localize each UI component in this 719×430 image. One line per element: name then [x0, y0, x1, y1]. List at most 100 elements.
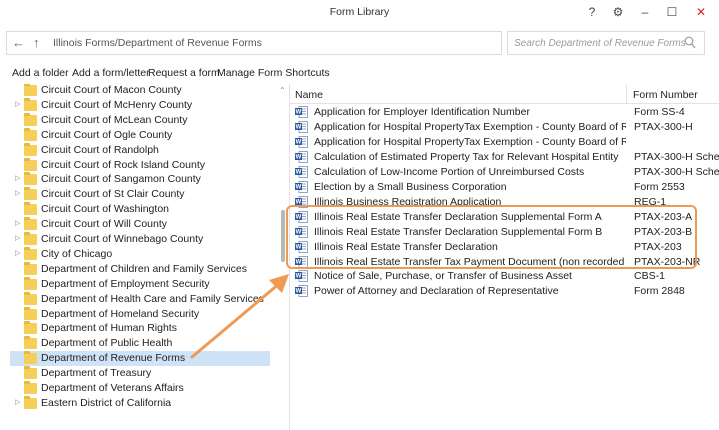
expand-chevron-icon[interactable]: ▷	[15, 249, 20, 257]
request-form-button[interactable]: Request a form	[148, 67, 220, 79]
svg-text:W: W	[296, 110, 302, 116]
folder-icon	[24, 291, 37, 305]
tree-item[interactable]: Department of Veterans Affairs	[0, 381, 288, 396]
tree-item-label: Department of Children and Family Servic…	[41, 262, 248, 275]
tree-item[interactable]: Department of Health Care and Family Ser…	[0, 291, 288, 307]
tree-item[interactable]: Department of Employment Security	[0, 276, 288, 292]
tree-item-label: Circuit Court of Macon County	[41, 84, 182, 96]
tree-item[interactable]: ▷ Circuit Court of Winnebago County	[0, 232, 288, 247]
add-folder-button[interactable]: Add a folder	[12, 67, 69, 79]
column-header-name[interactable]: Name	[295, 89, 323, 101]
folder-icon	[24, 202, 37, 216]
tree-item[interactable]: ▷ City of Chicago	[0, 246, 288, 262]
form-name: Power of Attorney and Declaration of Rep…	[314, 285, 559, 298]
folder-icon	[24, 84, 37, 96]
scrollbar-thumb[interactable]	[281, 210, 285, 262]
form-number: PTAX-300-H Sche	[634, 150, 719, 163]
tree-item[interactable]: ▷ Circuit Court of McHenry County	[0, 97, 288, 113]
close-button[interactable]: ✕	[691, 4, 711, 20]
folder-icon	[24, 321, 37, 335]
folder-icon	[24, 366, 37, 380]
title-bar: Form Library ? ⚙ – ☐ ✕	[0, 0, 719, 26]
tree-item[interactable]: ▷ Circuit Court of Sangamon County	[0, 172, 288, 187]
form-number: Form 2553	[634, 180, 685, 193]
tree-item-label: Department of Revenue Forms	[41, 352, 186, 365]
tree-item[interactable]: Circuit Court of Randolph	[0, 142, 288, 158]
tree-item-label: Circuit Court of McHenry County	[41, 98, 193, 111]
help-icon[interactable]: ?	[582, 4, 602, 20]
tree-item[interactable]: ▷ Eastern District of California	[0, 395, 288, 411]
tree-item[interactable]: Circuit Court of Ogle County	[0, 127, 288, 143]
form-row[interactable]: W Power of Attorney and Declaration of Re…	[290, 284, 719, 299]
folder-icon	[24, 232, 37, 245]
form-row[interactable]: W Election by a Small Business Corporatio…	[290, 180, 719, 195]
folder-icon	[24, 97, 37, 111]
list-header: Name Form Number	[290, 84, 719, 104]
tree-item-label: Department of Health Care and Family Ser…	[41, 292, 264, 305]
form-name: Election by a Small Business Corporation	[314, 180, 507, 193]
tree-item-label: Circuit Court of McLean County	[41, 113, 188, 126]
folder-icon	[24, 157, 37, 171]
form-row[interactable]: W Calculation of Low-Income Portion of Un…	[290, 165, 719, 180]
scroll-up-arrow-icon[interactable]: ⌃	[279, 86, 286, 95]
expand-chevron-icon[interactable]: ▷	[15, 100, 20, 108]
folder-icon	[24, 276, 37, 290]
word-document-icon: W	[295, 135, 308, 148]
form-number: PTAX-300-H	[634, 120, 693, 133]
expand-chevron-icon[interactable]: ▷	[15, 219, 20, 227]
add-form-letter-button[interactable]: Add a form/letter	[72, 67, 150, 79]
word-document-icon: W	[295, 180, 308, 193]
folder-icon	[24, 142, 37, 156]
tree-item[interactable]: Circuit Court of Macon County	[0, 84, 288, 98]
search-icon[interactable]	[684, 36, 696, 50]
expand-chevron-icon[interactable]: ▷	[15, 174, 20, 182]
expand-chevron-icon[interactable]: ▷	[15, 398, 20, 406]
folder-tree[interactable]: Circuit Court of Macon County ▷ Circuit Co…	[0, 84, 288, 430]
tree-item[interactable]: Department of Human Rights	[0, 321, 288, 336]
form-row[interactable]: W Application for Hospital PropertyTax Ex…	[290, 135, 719, 150]
expand-chevron-icon[interactable]: ▷	[15, 189, 20, 197]
word-document-icon: W	[295, 150, 308, 163]
folder-icon	[24, 381, 37, 394]
folder-icon	[24, 217, 37, 231]
minimize-button[interactable]: –	[635, 4, 655, 20]
word-document-icon: W	[295, 285, 308, 298]
tree-item[interactable]: Department of Homeland Security	[0, 306, 288, 322]
form-number: Form SS-4	[634, 106, 685, 118]
address-bar[interactable]: ← ↑ Illinois Forms/Department of Revenue…	[6, 31, 502, 55]
settings-gear-icon[interactable]: ⚙	[608, 4, 628, 20]
form-row[interactable]: W Application for Employer Identification…	[290, 105, 719, 120]
form-row[interactable]: W Application for Hospital PropertyTax Ex…	[290, 120, 719, 135]
address-path[interactable]: Illinois Forms/Department of Revenue For…	[53, 37, 262, 49]
tree-item[interactable]: ▷ Circuit Court of Will County	[0, 217, 288, 232]
word-document-icon: W	[295, 121, 308, 133]
search-input[interactable]: Search Department of Revenue Forms	[507, 31, 705, 55]
form-row[interactable]: W Notice of Sale, Purchase, or Transfer o…	[290, 269, 719, 284]
tree-item[interactable]: Department of Children and Family Servic…	[0, 261, 288, 277]
tree-item[interactable]: ▷ Circuit Court of St Clair County	[0, 187, 288, 202]
form-number: CBS-1	[634, 270, 665, 283]
tree-item-label: Department of Employment Security	[41, 277, 210, 290]
search-placeholder: Search Department of Revenue Forms	[514, 38, 686, 49]
word-document-icon: W	[295, 270, 308, 283]
up-arrow-icon[interactable]: ↑	[33, 35, 40, 50]
form-name: Application for Employer Identification …	[314, 106, 530, 118]
tree-item[interactable]: Circuit Court of Washington	[0, 202, 288, 217]
folder-icon	[24, 306, 37, 320]
back-arrow-icon[interactable]: ←	[12, 35, 25, 50]
maximize-button[interactable]: ☐	[662, 4, 682, 20]
manage-shortcuts-button[interactable]: Manage Form Shortcuts	[217, 67, 330, 79]
tree-item-label: City of Chicago	[41, 247, 113, 260]
expand-chevron-icon[interactable]: ▷	[15, 234, 20, 242]
tree-item[interactable]: Department of Treasury	[0, 366, 288, 381]
tree-item[interactable]: Circuit Court of Rock Island County	[0, 157, 288, 173]
column-header-form-number[interactable]: Form Number	[633, 89, 698, 101]
form-row[interactable]: W Calculation of Estimated Property Tax f…	[290, 150, 719, 165]
tree-item[interactable]: Circuit Court of McLean County	[0, 112, 288, 128]
svg-text:W: W	[296, 184, 302, 190]
tree-item[interactable]: Department of Revenue Forms	[10, 351, 270, 367]
tree-item[interactable]: Department of Public Health	[0, 336, 288, 351]
folder-icon	[24, 395, 37, 409]
command-bar: Add a folder Add a form/letter Request a…	[0, 64, 719, 82]
column-separator[interactable]	[626, 84, 627, 104]
